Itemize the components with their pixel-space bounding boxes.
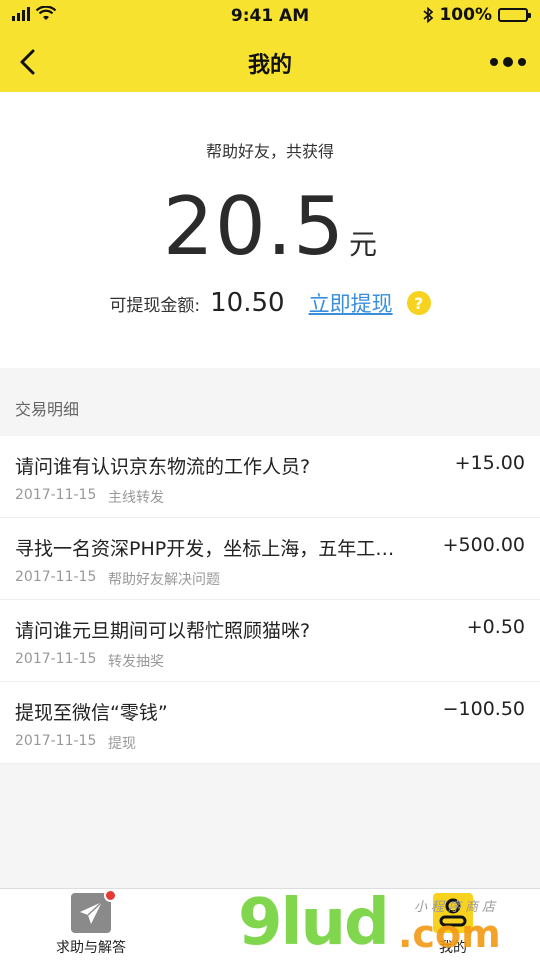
transaction-type: 提现 [108,736,136,752]
transaction-list: 请问谁有认识京东物流的工作人员? +15.00 2017-11-15 主线转发 … [0,436,540,764]
profile-icon [433,893,473,933]
transaction-title: 寻找一名资深PHP开发，坐标上海，五年工… [15,538,395,560]
paper-plane-icon [71,889,117,933]
earnings-summary: 帮助好友，共获得 20.5 元 可提现金额: 10.50 立即提现 ? [0,92,540,368]
transaction-title: 请问谁有认识京东物流的工作人员? [15,456,311,478]
transaction-amount: +500.00 [442,534,525,556]
more-icon[interactable] [490,54,526,70]
battery-percent: 100% [439,5,492,25]
withdraw-now-link[interactable]: 立即提现 [309,288,393,318]
tab-me-label: 我的 [439,940,467,956]
transaction-row[interactable]: 寻找一名资深PHP开发，坐标上海，五年工… +500.00 2017-11-15… [0,518,540,600]
battery-icon [498,8,531,22]
earnings-subtitle: 帮助好友，共获得 [205,142,334,161]
transaction-row[interactable]: 提现至微信“零钱” −100.50 2017-11-15 提现 [0,682,540,764]
transaction-amount: +15.00 [454,452,525,474]
battery-status: 100% [423,5,531,25]
earnings-unit: 元 [349,228,378,261]
transaction-row[interactable]: 请问谁有认识京东物流的工作人员? +15.00 2017-11-15 主线转发 [0,436,540,518]
earnings-amount: 20.5 [162,180,346,273]
transaction-title: 请问谁元旦期间可以帮忙照顾猫咪? [15,620,311,642]
transaction-row[interactable]: 请问谁元旦期间可以帮忙照顾猫咪? +0.50 2017-11-15 转发抽奖 [0,600,540,682]
bluetooth-icon [423,7,434,23]
withdrawable-label: 可提现金额: [109,295,201,316]
withdraw-row: 可提现金额: 10.50 立即提现 ? [0,288,540,318]
notification-dot [104,889,117,902]
transaction-date: 2017-11-15 [15,733,97,749]
transaction-date: 2017-11-15 [15,487,97,503]
tab-bar: 求助与解答 我的 [0,888,540,960]
nav-bar: 我的 [0,32,540,92]
transactions-section-title: 交易明细 [15,400,80,419]
withdrawable-value: 10.50 [210,288,285,318]
tab-me[interactable]: 我的 [420,893,486,957]
page-title: 我的 [247,53,292,78]
earnings-amount-row: 20.5 元 [0,180,540,273]
transaction-type: 转发抽奖 [108,654,164,670]
transaction-type: 主线转发 [108,490,164,506]
transaction-title: 提现至微信“零钱” [15,702,168,724]
transaction-amount: −100.50 [442,698,525,720]
help-icon[interactable]: ? [406,291,431,315]
tab-help[interactable]: 求助与解答 [48,889,134,957]
transaction-date: 2017-11-15 [15,569,97,585]
status-bar: 9:41 AM 100% [0,0,540,32]
transaction-amount: +0.50 [466,616,525,638]
tab-help-label: 求助与解答 [56,940,126,956]
transaction-date: 2017-11-15 [15,651,97,667]
transaction-type: 帮助好友解决问题 [108,572,220,588]
top-bar: 9:41 AM 100% 我的 [0,0,540,92]
